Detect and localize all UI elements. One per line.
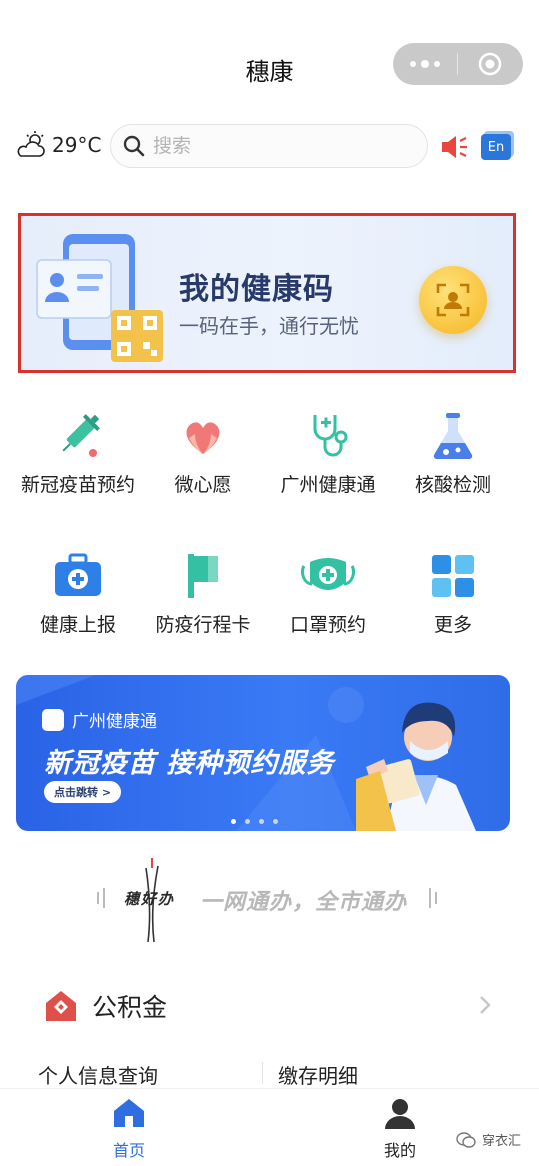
face-scan-icon [436,283,470,317]
banner-source-label: 广州健康通 [72,712,157,732]
app-header: 穗康 [0,0,539,120]
watermark-text: 穿衣汇 [482,1134,522,1149]
health-code-card[interactable]: 我的健康码 一码在手，通行无忧 [18,213,516,373]
search-input[interactable] [153,135,393,157]
grid-more-icon [432,555,474,597]
search-icon [123,135,145,157]
medical-kit-icon [55,553,101,596]
deposit-details-link[interactable]: 缴存明细 [278,1060,358,1089]
banner-cta-button[interactable]: 点击跳转 > [44,781,122,803]
scan-code-button[interactable] [419,266,487,334]
tab-label: 我的 [383,1141,416,1160]
target-circle-icon [478,52,502,76]
banner-headline: 新冠疫苗 接种预约服务 [44,748,335,779]
service-label: 健康上报 [39,614,116,636]
face-mask-icon [300,558,356,590]
weather-widget: 29°C [16,130,101,160]
pagination-dot [231,819,236,824]
heart-hands-icon [186,422,220,454]
health-app-logo-icon [42,708,64,731]
home-icon [114,1099,144,1127]
tab-home[interactable]: 首页 [84,1097,174,1161]
house-icon [46,991,76,1021]
service-label: 口罩预约 [289,614,366,636]
partly-cloudy-icon [17,131,45,157]
voice-broadcast-button[interactable] [440,134,470,164]
service-label: 防疫行程卡 [155,614,251,636]
banner-source: 广州健康通 [42,707,157,732]
temperature-text: 29°C [52,133,102,157]
pagination-dot [245,819,250,824]
personal-info-query-link[interactable]: 个人信息查询 [38,1060,158,1089]
user-icon [385,1099,415,1129]
service-more[interactable]: 更多 [389,548,517,639]
tab-mine[interactable]: 我的 [355,1097,445,1161]
banner-pagination [231,819,278,824]
service-nucleic-test[interactable]: 核酸检测 [389,408,517,499]
provident-fund-title: 公积金 [92,993,168,1022]
pagination-dot [273,819,278,824]
service-label: 微心愿 [174,474,232,496]
dot-icon [410,61,416,67]
dot-icon [434,61,440,67]
wechat-logo-icon [456,1131,476,1148]
health-code-title: 我的健康码 [179,272,334,307]
item-divider [262,1062,263,1084]
tab-label: 首页 [112,1141,145,1160]
watermark: 穿衣汇 [456,1130,521,1149]
service-micro-wish[interactable]: 微心愿 [139,408,267,499]
service-label: 广州健康通 [280,474,376,496]
vaccine-syringe-icon [62,414,100,457]
service-travel-card[interactable]: 防疫行程卡 [139,548,267,639]
service-guangzhou-health[interactable]: 广州健康通 [264,408,392,499]
service-mask-reservation[interactable]: 口罩预约 [264,548,392,639]
phone-qr-illustration-icon [36,234,163,362]
doctor-illustration-icon [356,702,476,831]
chevron-right-icon[interactable] [478,994,492,1016]
service-vaccine-appointment[interactable]: 新冠疫苗预约 [14,408,142,499]
promo-banner[interactable]: 广州健康通 新冠疫苗 接种预约服务 点击跳转 > [16,675,510,831]
service-label: 更多 [433,614,472,636]
service-health-report[interactable]: 健康上报 [14,548,142,639]
health-code-subtitle: 一码在手，通行无忧 [179,314,359,338]
slogan-tagline: 一网通办，全市通办 [200,890,408,915]
service-label: 核酸检测 [414,474,491,496]
mini-program-capsule [393,43,523,85]
slogan-brand: 穗好办 [124,890,176,908]
search-bar[interactable] [110,124,428,168]
slogan-banner: 穗好办 一网通办，全市通办 [92,858,452,942]
more-menu-button[interactable] [393,43,457,85]
flag-icon [188,554,218,598]
pagination-dot [259,819,264,824]
speaker-icon [442,136,467,158]
language-toggle-button[interactable]: En [481,134,511,160]
stethoscope-icon [313,415,348,457]
close-mini-program-button[interactable] [458,43,522,85]
bottom-tab-bar: 首页 我的 [0,1088,539,1166]
dot-icon [421,60,429,68]
flask-icon [433,413,473,460]
provident-fund-header[interactable]: 公积金 [44,988,167,1024]
service-label: 新冠疫苗预约 [20,474,135,496]
